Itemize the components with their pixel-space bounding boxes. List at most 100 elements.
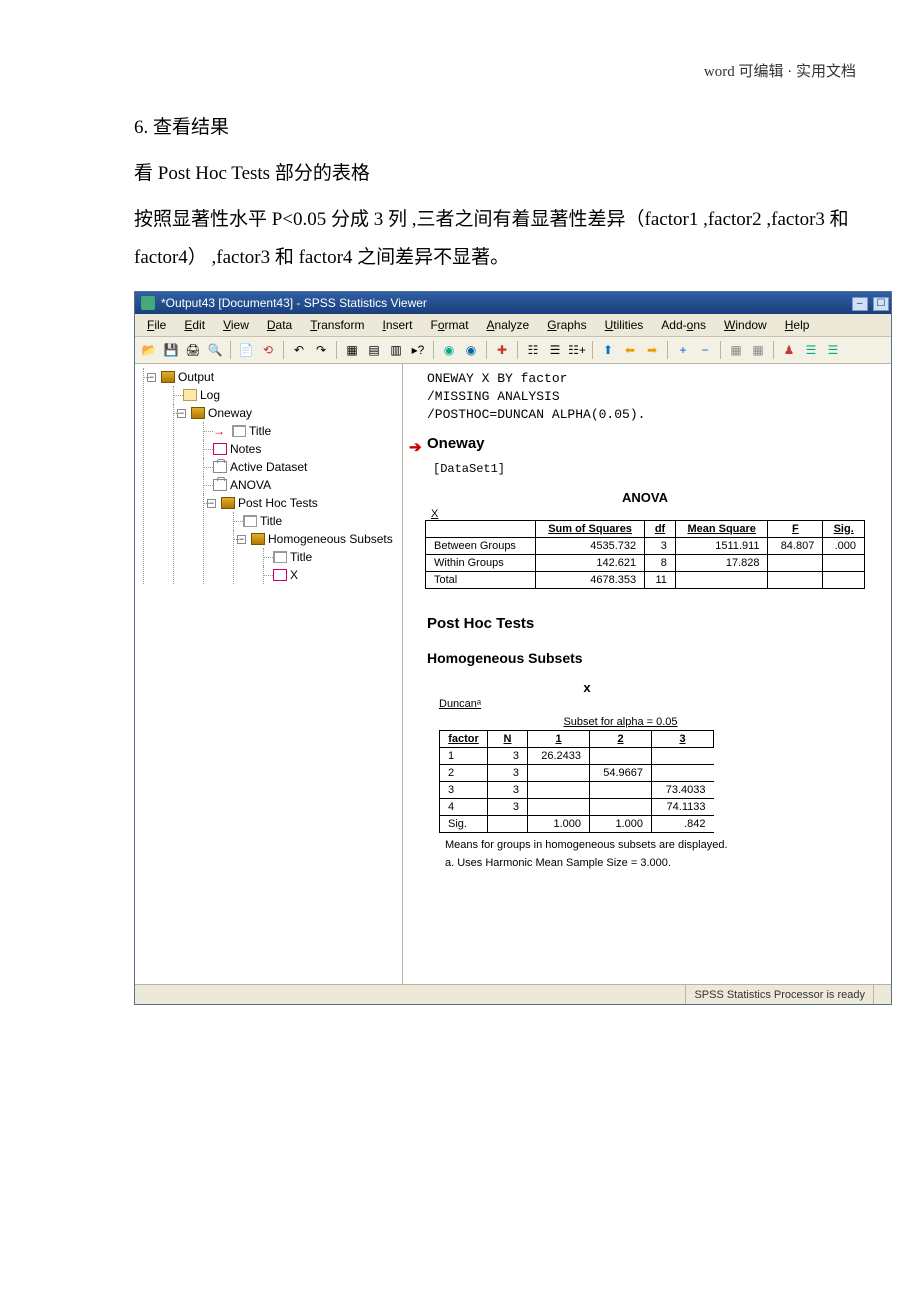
tree-anova[interactable]: ANOVA	[230, 476, 271, 494]
col-ms: Mean Square	[675, 520, 768, 537]
tree-h-title[interactable]: Title	[290, 548, 312, 566]
help-icon[interactable]: ☰	[823, 340, 843, 360]
subset-header: Subset for alpha = 0.05	[528, 714, 714, 731]
menu-help[interactable]: Help	[777, 316, 818, 334]
menu-data[interactable]: Data	[259, 316, 300, 334]
menu-addons[interactable]: Add-ons	[653, 316, 714, 334]
tree-h-x[interactable]: X	[290, 566, 298, 584]
tree-log[interactable]: Log	[200, 386, 220, 404]
filter-icon[interactable]: ☰	[545, 340, 565, 360]
menu-graphs[interactable]: Graphs	[539, 316, 594, 334]
export-icon[interactable]: 📄	[236, 340, 256, 360]
col-s2: 2	[590, 730, 652, 747]
tree-oneway[interactable]: Oneway	[208, 404, 252, 422]
pivot-icon[interactable]: ☷	[523, 340, 543, 360]
forward-icon[interactable]: ➡	[642, 340, 662, 360]
show-hide-icon[interactable]: ▦	[726, 340, 746, 360]
window-title: *Output43 [Document43] - SPSS Statistics…	[161, 296, 427, 310]
separator	[667, 341, 668, 359]
table-row: Total 4678.353 11	[426, 571, 865, 588]
menu-format[interactable]: Format	[423, 316, 477, 334]
collapse-icon[interactable]: −	[237, 535, 246, 544]
tree-activedataset[interactable]: Active Dataset	[230, 458, 307, 476]
menu-file[interactable]: File	[139, 316, 174, 334]
col-df: df	[645, 520, 676, 537]
collapse-icon[interactable]: −	[177, 409, 186, 418]
homog-heading: Homogeneous Subsets	[427, 650, 881, 666]
undo-icon[interactable]: ↶	[289, 340, 309, 360]
menu-view[interactable]: View	[215, 316, 257, 334]
person-icon[interactable]: ♟	[779, 340, 799, 360]
book-icon	[251, 533, 265, 545]
select-last-icon[interactable]: ◉	[439, 340, 459, 360]
arrow-icon: ➔	[409, 438, 422, 456]
duncan-label: Duncanᵃ	[439, 698, 881, 710]
collapse-icon[interactable]: −	[207, 499, 216, 508]
separator	[230, 341, 231, 359]
col-ss: Sum of Squares	[536, 520, 645, 537]
variables-icon[interactable]: ▥	[386, 340, 406, 360]
menu-transform[interactable]: Transform	[302, 316, 372, 334]
posthoc-heading: Post Hoc Tests	[427, 615, 881, 632]
menu-utilities[interactable]: Utilities	[597, 316, 652, 334]
tree-homog[interactable]: Homogeneous Subsets	[268, 530, 393, 548]
minimize-button[interactable]: –	[852, 297, 868, 311]
menu-window[interactable]: Window	[716, 316, 775, 334]
menu-insert[interactable]: Insert	[374, 316, 420, 334]
outline-tree: − Output Log − Oneway → Title Notes Active …	[137, 368, 400, 584]
duncan-note-2: a. Uses Harmonic Mean Sample Size = 3.00…	[445, 857, 745, 869]
outline-pane[interactable]: − Output Log − Oneway → Title Notes Active …	[135, 364, 403, 984]
table-row: Within Groups 142.621 8 17.828	[426, 554, 865, 571]
output-viewer[interactable]: ONEWAY X BY factor /MISSING ANALYSIS /PO…	[403, 364, 891, 984]
promote-icon[interactable]: ⬆	[598, 340, 618, 360]
menu-analyze[interactable]: Analyze	[479, 316, 538, 334]
save-icon[interactable]: 💾	[161, 340, 181, 360]
tree-output[interactable]: Output	[178, 368, 214, 386]
status-spacer	[873, 985, 891, 1004]
tree-title[interactable]: Title	[249, 422, 271, 440]
separator	[517, 341, 518, 359]
show-hide2-icon[interactable]: ▦	[748, 340, 768, 360]
table-row: Sig. 1.000 1.000 .842	[440, 815, 714, 832]
book-icon	[221, 497, 235, 509]
arrow-icon: →	[213, 422, 225, 440]
expand-icon[interactable]: +	[673, 340, 693, 360]
page-icon	[273, 551, 287, 563]
goto-data-icon[interactable]: ▦	[342, 340, 362, 360]
book-icon	[191, 407, 205, 419]
print-icon[interactable]: 🖨	[183, 340, 203, 360]
insert-title-icon[interactable]: ▸?	[408, 340, 428, 360]
spss-window: *Output43 [Document43] - SPSS Statistics…	[134, 291, 892, 1005]
dataset-label: [DataSet1]	[433, 462, 881, 476]
collapse-icon[interactable]: −	[695, 340, 715, 360]
menubar: File Edit View Data Transform Insert For…	[135, 314, 891, 337]
dialog-recall-icon[interactable]: ⟲	[258, 340, 278, 360]
col-sig: Sig.	[823, 520, 865, 537]
run-icon[interactable]: ◉	[461, 340, 481, 360]
spss-app-icon	[141, 296, 155, 310]
goto-case-icon[interactable]: ▤	[364, 340, 384, 360]
syntax-line: /MISSING ANALYSIS	[427, 388, 881, 406]
syntax-line: ONEWAY X BY factor	[427, 370, 881, 388]
tree-ph-title[interactable]: Title	[260, 512, 282, 530]
preview-icon[interactable]: 🔍	[205, 340, 225, 360]
open-icon[interactable]: 📂	[139, 340, 159, 360]
tree-posthoc[interactable]: Post Hoc Tests	[238, 494, 318, 512]
table-row: Between Groups 4535.732 3 1511.911 84.80…	[426, 537, 865, 554]
col-s3: 3	[652, 730, 714, 747]
pivot2-icon[interactable]: ☷+	[567, 340, 587, 360]
back-icon[interactable]: ⬅	[620, 340, 640, 360]
window-titlebar[interactable]: *Output43 [Document43] - SPSS Statistics…	[135, 292, 891, 314]
anova-var: X	[431, 508, 881, 520]
book-icon[interactable]: ☰	[801, 340, 821, 360]
menu-edit[interactable]: Edit	[176, 316, 213, 334]
designate-window-icon[interactable]: ✚	[492, 340, 512, 360]
tree-notes[interactable]: Notes	[230, 440, 261, 458]
log-icon	[183, 389, 197, 401]
redo-icon[interactable]: ↷	[311, 340, 331, 360]
book-icon	[161, 371, 175, 383]
doc-step-desc: 看 Post Hoc Tests 部分的表格	[134, 155, 856, 193]
table-row: 3 3 73.4033	[440, 781, 714, 798]
maximize-button[interactable]: ☐	[873, 297, 889, 311]
collapse-icon[interactable]: −	[147, 373, 156, 382]
